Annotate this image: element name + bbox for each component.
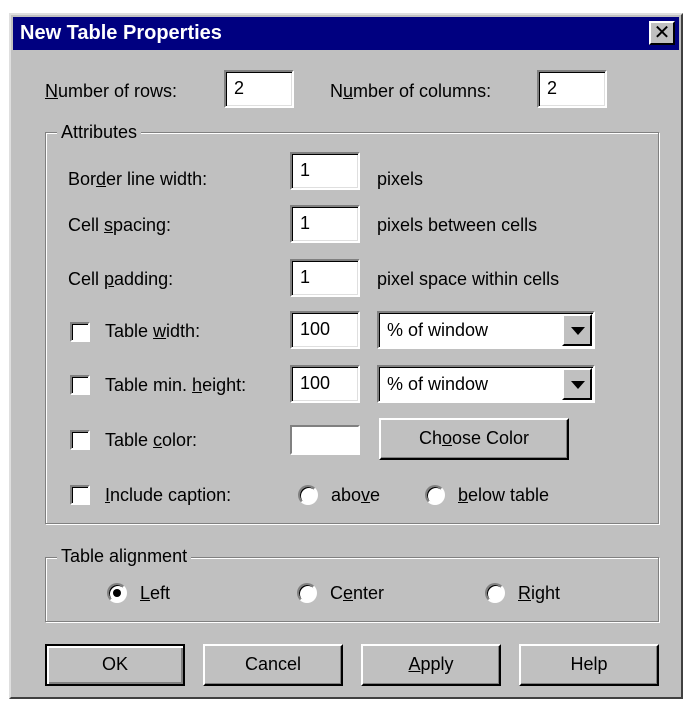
table-width-label: Table width:	[105, 321, 201, 341]
align-right-radio[interactable]	[485, 583, 505, 603]
table-width-unit-select[interactable]: % of window	[377, 311, 595, 349]
choose-color-button[interactable]: Choose Color	[379, 418, 569, 460]
cell-padding-unit: pixel space within cells	[377, 269, 560, 289]
close-icon: ✕	[653, 20, 671, 44]
align-left-label: Left	[140, 583, 171, 603]
align-right-label: Right	[518, 583, 561, 603]
cell-spacing-input[interactable]: 1	[290, 205, 360, 243]
caption-below-radio[interactable]	[425, 485, 445, 505]
table-width-unit-value: % of window	[387, 320, 489, 340]
cell-spacing-unit: pixels between cells	[377, 215, 538, 235]
cancel-button[interactable]: Cancel	[203, 644, 343, 686]
title-bar[interactable]: New Table Properties ✕	[13, 17, 679, 50]
include-caption-label: Include caption:	[105, 485, 232, 505]
table-color-checkbox[interactable]	[70, 430, 90, 450]
chevron-down-icon[interactable]	[562, 314, 592, 346]
include-caption-checkbox[interactable]	[70, 485, 90, 505]
caption-above-radio[interactable]	[298, 485, 318, 505]
table-min-height-unit-value: % of window	[387, 374, 489, 394]
border-width-unit: pixels	[377, 169, 424, 189]
close-button[interactable]: ✕	[649, 21, 675, 45]
table-min-height-label: Table min. height:	[105, 375, 247, 395]
caption-above-label: above	[331, 485, 381, 505]
rows-input[interactable]: 2	[224, 70, 294, 108]
cell-padding-input[interactable]: 1	[290, 259, 360, 297]
radio-selected-dot	[113, 589, 121, 597]
columns-label: Number of columns:	[330, 81, 492, 101]
border-width-label: Border line width:	[68, 169, 208, 189]
cell-padding-label: Cell padding:	[68, 269, 174, 289]
table-color-label: Table color:	[105, 430, 198, 450]
apply-button[interactable]: Apply	[361, 644, 501, 686]
border-width-input[interactable]: 1	[290, 152, 360, 190]
dialog-title: New Table Properties	[20, 22, 222, 44]
align-center-label: Center	[330, 583, 385, 603]
table-width-checkbox[interactable]	[70, 322, 90, 342]
columns-input[interactable]: 2	[537, 70, 607, 108]
chevron-down-icon[interactable]	[562, 368, 592, 400]
attributes-legend: Attributes	[57, 121, 142, 143]
align-center-radio[interactable]	[297, 583, 317, 603]
table-color-swatch	[290, 425, 360, 455]
table-min-height-input[interactable]: 100	[290, 365, 360, 403]
cell-spacing-label: Cell spacing:	[68, 215, 172, 235]
caption-below-label: below table	[458, 485, 550, 505]
table-alignment-legend: Table alignment	[57, 545, 192, 567]
table-min-height-unit-select[interactable]: % of window	[377, 365, 595, 403]
align-left-radio[interactable]	[107, 583, 127, 603]
rows-label: Number of rows:	[45, 81, 178, 101]
table-min-height-checkbox[interactable]	[70, 375, 90, 395]
ok-button[interactable]: OK	[45, 644, 185, 686]
table-width-input[interactable]: 100	[290, 311, 360, 349]
help-button[interactable]: Help	[519, 644, 659, 686]
